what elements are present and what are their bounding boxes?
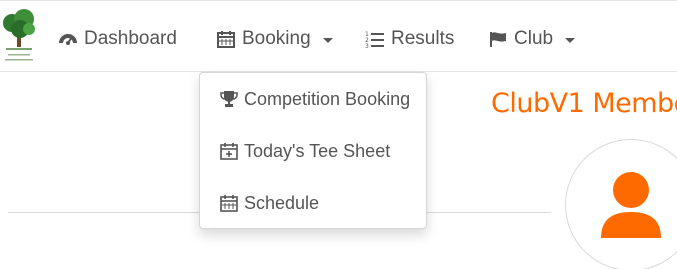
- nav-results[interactable]: 1 2 3 Results: [365, 25, 454, 53]
- calendar-plus-icon: [218, 140, 240, 162]
- svg-text:3: 3: [365, 43, 369, 49]
- page-title: ClubV1 Membe: [491, 88, 677, 119]
- booking-dropdown-menu: Competition Booking Today's Tee Sheet Sc…: [199, 72, 427, 229]
- club-logo[interactable]: [2, 7, 36, 65]
- menu-item-todays-tee-sheet[interactable]: Today's Tee Sheet: [218, 137, 390, 165]
- calendar-icon: [216, 29, 236, 49]
- menu-item-label: Today's Tee Sheet: [244, 140, 391, 161]
- user-icon: [601, 172, 661, 238]
- nav-results-label: Results: [391, 28, 455, 49]
- dashboard-icon: [58, 29, 78, 49]
- menu-item-schedule[interactable]: Schedule: [218, 189, 319, 217]
- avatar[interactable]: [565, 139, 677, 269]
- nav-club-label: Club: [514, 28, 554, 49]
- calendar-icon: [218, 192, 240, 214]
- top-navbar: Dashboard Booking 1 2 3 Results Club: [0, 0, 677, 72]
- menu-item-label: Competition Booking: [244, 88, 411, 109]
- nav-booking[interactable]: Booking: [216, 25, 333, 53]
- tree-logo-icon: [3, 9, 35, 61]
- page: Dashboard Booking 1 2 3 Results Club Com…: [0, 0, 677, 269]
- trophy-icon: [218, 88, 240, 110]
- chevron-down-icon: [565, 38, 576, 43]
- flag-icon: [488, 29, 508, 49]
- menu-item-competition-booking[interactable]: Competition Booking: [218, 85, 410, 113]
- list-ordered-icon: 1 2 3: [365, 29, 385, 49]
- nav-dashboard-label: Dashboard: [84, 28, 177, 49]
- chevron-down-icon: [322, 38, 333, 43]
- nav-booking-label: Booking: [242, 28, 311, 49]
- nav-dashboard[interactable]: Dashboard: [58, 25, 177, 53]
- nav-club[interactable]: Club: [488, 25, 576, 53]
- menu-item-label: Schedule: [244, 192, 320, 213]
